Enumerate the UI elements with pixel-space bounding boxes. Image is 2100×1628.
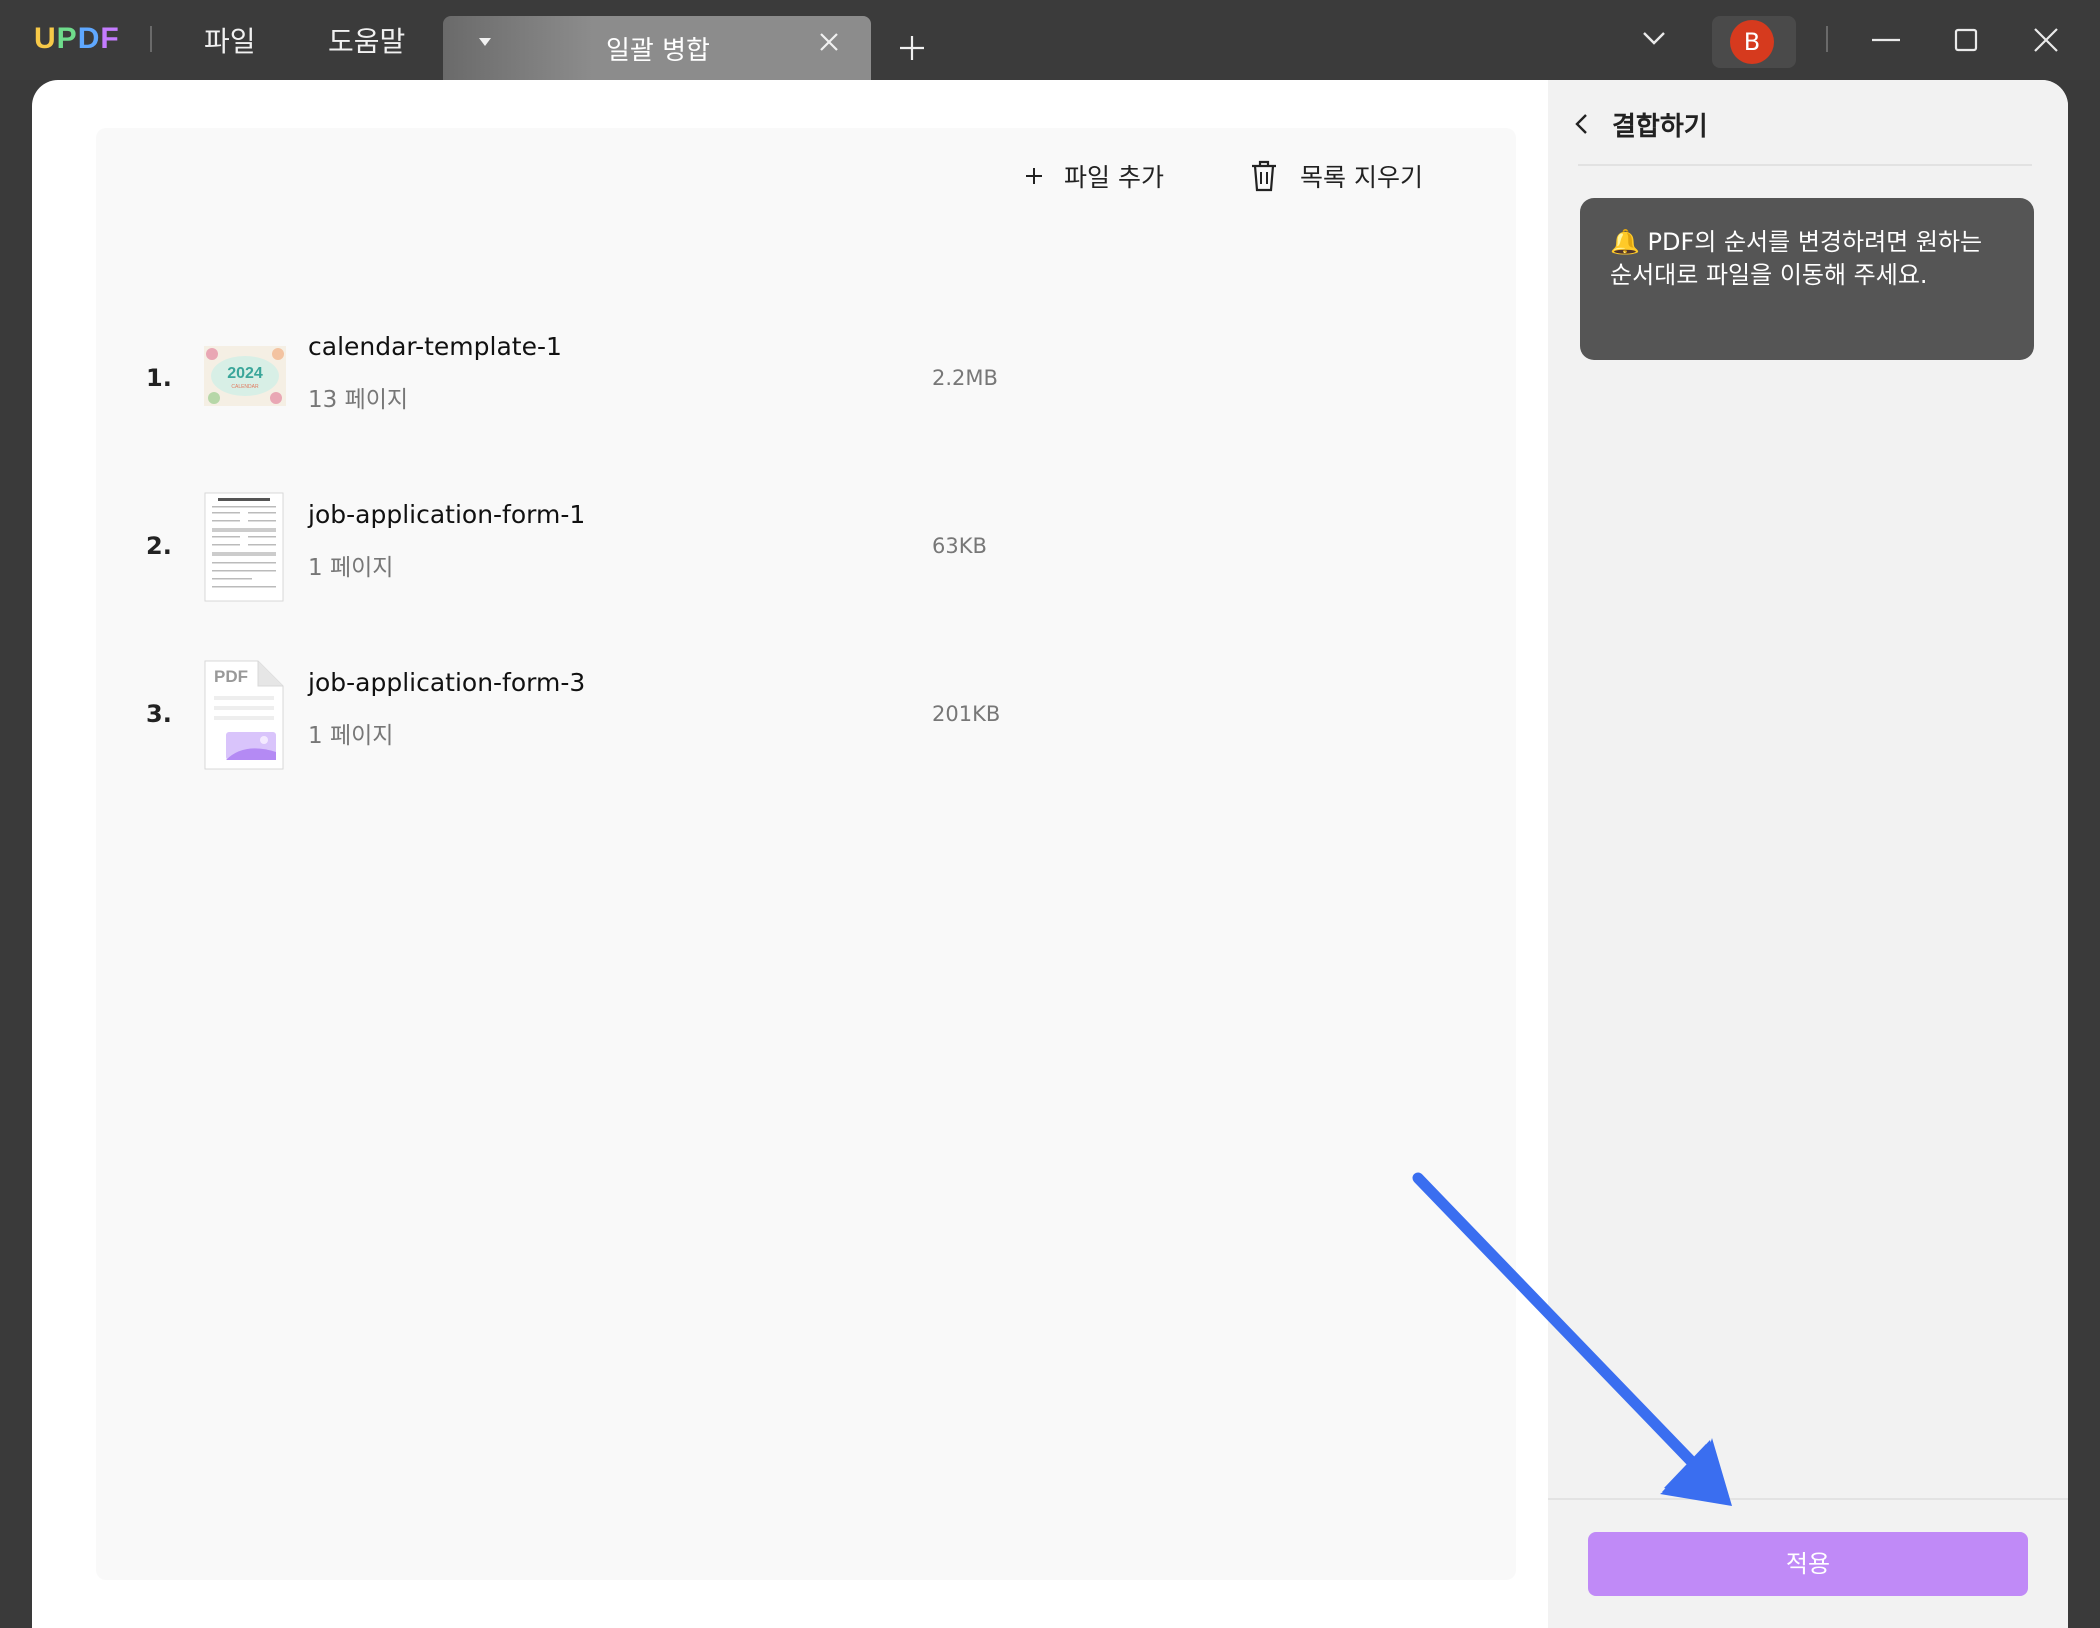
calendar-year-text: 2024 [227, 365, 263, 382]
file-page-count: 13 페이지 [308, 387, 409, 413]
combine-sidebar: 결합하기 🔔 PDF의 순서를 변경하려면 원하는 순서대로 파일을 이동해 주… [1548, 80, 2068, 1628]
calendar-thumbnail: 2024 CALENDAR [204, 346, 286, 406]
file-size: 63KB [932, 534, 987, 558]
new-tab-icon[interactable] [898, 34, 926, 62]
file-size: 201KB [932, 702, 1001, 726]
form-thumbnail [204, 492, 284, 602]
file-list-item[interactable]: 3. PDF job-application-form-3 1 페이지 201K… [96, 654, 1516, 794]
sidebar-title: 결합하기 [1612, 111, 1708, 142]
file-name: calendar-template-1 [308, 332, 562, 361]
main-window: 파일 추가 목록 지우기 1. 2024 CALENDAR calendar-t… [32, 80, 2068, 1628]
apply-button[interactable]: 적용 [1588, 1532, 2028, 1596]
calendar-subtext: CALENDAR [231, 384, 259, 390]
close-tab-icon[interactable] [815, 28, 843, 56]
file-name: job-application-form-3 [308, 668, 586, 697]
title-bar: UPDF 파일 도움말 일괄 병합 B [0, 0, 2100, 80]
title-separator [150, 26, 152, 52]
add-file-label: 파일 추가 [1064, 163, 1164, 192]
updf-logo: UPDF [34, 22, 120, 55]
pdf-file-icon: PDF [204, 660, 284, 770]
chevron-down-icon[interactable] [1640, 28, 1668, 48]
account-button[interactable]: B [1712, 16, 1796, 68]
title-separator [1826, 26, 1828, 52]
pdf-label: PDF [214, 667, 248, 686]
file-size: 2.2MB [932, 366, 998, 390]
menu-help[interactable]: 도움말 [328, 20, 405, 60]
trash-icon [1252, 160, 1276, 192]
file-list-item[interactable]: 1. 2024 CALENDAR calendar-template-1 13 … [96, 318, 1516, 458]
reorder-tip-box: 🔔 PDF의 순서를 변경하려면 원하는 순서대로 파일을 이동해 주세요. [1580, 198, 2034, 360]
file-page-count: 1 페이지 [308, 723, 394, 749]
plus-icon [1026, 168, 1042, 184]
reorder-tip-text: 🔔 PDF의 순서를 변경하려면 원하는 순서대로 파일을 이동해 주세요. [1610, 228, 1983, 289]
file-list-item[interactable]: 2. job-application-form-1 1 페이지 63KB [96, 486, 1516, 626]
file-index: 1. [146, 364, 172, 392]
clear-list-label: 목록 지우기 [1300, 163, 1423, 192]
file-list-panel: 파일 추가 목록 지우기 1. 2024 CALENDAR calendar-t… [96, 128, 1516, 1580]
file-page-count: 1 페이지 [308, 555, 394, 581]
minimize-icon[interactable] [1868, 22, 1904, 58]
file-name: job-application-form-1 [308, 500, 586, 529]
tab-title: 일괄 병합 [606, 36, 710, 66]
add-file-button[interactable]: 파일 추가 [1024, 156, 1164, 196]
tab-batch-merge[interactable]: 일괄 병합 [443, 16, 871, 80]
menu-file[interactable]: 파일 [204, 20, 256, 60]
tab-dropdown-icon[interactable] [479, 38, 491, 46]
clear-list-button[interactable]: 목록 지우기 [1248, 156, 1423, 196]
back-chevron-icon[interactable] [1572, 111, 1592, 137]
sidebar-divider [1578, 164, 2032, 166]
sidebar-header: 결합하기 [1572, 104, 1708, 144]
close-window-icon[interactable] [2028, 22, 2064, 58]
file-index: 3. [146, 700, 172, 728]
maximize-icon[interactable] [1948, 22, 1984, 58]
file-index: 2. [146, 532, 172, 560]
avatar: B [1730, 20, 1774, 64]
sidebar-bottom-divider [1548, 1498, 2068, 1500]
